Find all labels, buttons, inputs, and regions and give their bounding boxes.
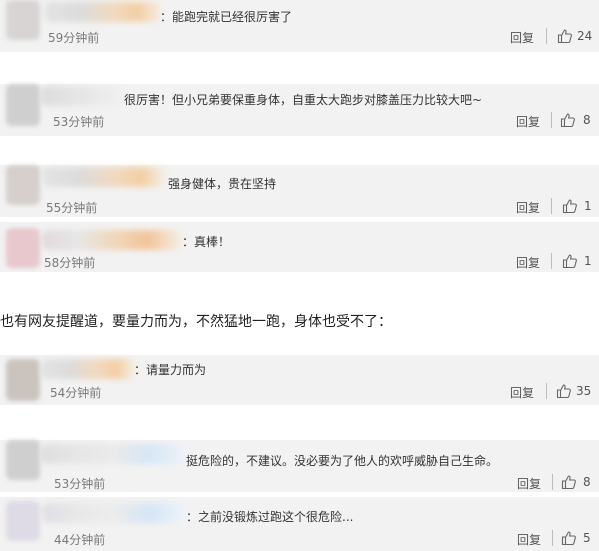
- comment-card: 挺危险的，不建议。没必要为了他人的欢呼威胁自己生命。 53分钟前 回复 8: [0, 440, 599, 492]
- avatar: [6, 501, 40, 541]
- username-blurred: [42, 503, 186, 523]
- comment-card: 强身健体，贵在坚持 55分钟前 回复 1: [0, 165, 599, 217]
- thumbs-up-icon[interactable]: [562, 253, 578, 269]
- reply-button[interactable]: 回复: [510, 384, 534, 401]
- comment-text: ：真棒！: [182, 235, 231, 249]
- username-blurred: [42, 167, 166, 187]
- comment-text: ：能跑完就已经很厉害了: [160, 10, 293, 24]
- like-count: 8: [583, 475, 591, 489]
- thumbs-up-icon[interactable]: [561, 474, 577, 490]
- divider: [546, 383, 547, 399]
- thumbs-up-icon[interactable]: [556, 383, 572, 399]
- article-caption: 也有网友提醒道，要量力而为，不然猛地一跑，身体也受不了：: [0, 314, 392, 330]
- comment-text: ：之前没锻炼过跑这个很危险...: [186, 510, 354, 524]
- reply-button[interactable]: 回复: [517, 531, 541, 548]
- avatar: [6, 84, 40, 126]
- comment-time: 53分钟前: [53, 115, 105, 129]
- like-count: 1: [584, 199, 592, 213]
- thumbs-up-icon[interactable]: [557, 28, 573, 44]
- like-count: 8: [583, 113, 591, 127]
- divider: [551, 198, 552, 214]
- reply-button[interactable]: 回复: [516, 254, 540, 271]
- avatar: [6, 0, 40, 40]
- username-blurred: [40, 86, 122, 106]
- like-count: 1: [584, 254, 592, 268]
- avatar: [6, 165, 40, 205]
- thumbs-up-icon[interactable]: [561, 530, 577, 546]
- comment-card: ：之前没锻炼过跑这个很危险... 44分钟前 回复 5: [0, 497, 599, 551]
- comment-time: 44分钟前: [54, 533, 106, 547]
- comment-card: ：请量力而为 54分钟前 回复 35: [0, 355, 599, 405]
- divider: [552, 474, 553, 490]
- comment-text: 很厉害！但小兄弟要保重身体，自重太大跑步对膝盖压力比较大吧~: [124, 93, 483, 107]
- comment-text: 强身健体，贵在坚持: [168, 177, 277, 191]
- reply-button[interactable]: 回复: [516, 199, 540, 216]
- username-blurred: [40, 359, 136, 379]
- username-blurred: [44, 2, 162, 22]
- divider: [551, 112, 552, 128]
- comment-time: 58分钟前: [44, 256, 96, 270]
- reply-button[interactable]: 回复: [510, 29, 534, 46]
- comment-card: ：真棒！ 58分钟前 回复 1: [0, 222, 599, 272]
- reply-button[interactable]: 回复: [516, 113, 540, 130]
- avatar: [6, 228, 40, 268]
- like-count: 5: [583, 531, 591, 545]
- thumbs-up-icon[interactable]: [560, 112, 576, 128]
- divider: [552, 530, 553, 546]
- comment-text: ：请量力而为: [134, 363, 207, 377]
- avatar: [6, 359, 40, 401]
- like-count: 24: [577, 29, 593, 43]
- comment-card: ：能跑完就已经很厉害了 59分钟前 回复 24: [0, 0, 599, 52]
- divider: [546, 28, 547, 44]
- username-blurred: [42, 230, 182, 250]
- avatar: [6, 440, 40, 480]
- comment-text: 挺危险的，不建议。没必要为了他人的欢呼威胁自己生命。: [186, 454, 499, 468]
- comment-card: 很厉害！但小兄弟要保重身体，自重太大跑步对膝盖压力比较大吧~ 53分钟前 回复 …: [0, 84, 599, 136]
- reply-button[interactable]: 回复: [517, 475, 541, 492]
- username-blurred: [40, 444, 186, 464]
- comment-time: 59分钟前: [48, 31, 100, 45]
- comment-time: 54分钟前: [50, 386, 102, 400]
- comment-time: 53分钟前: [54, 477, 106, 491]
- divider: [551, 253, 552, 269]
- like-count: 35: [576, 384, 592, 398]
- comment-time: 55分钟前: [46, 201, 98, 215]
- thumbs-up-icon[interactable]: [562, 198, 578, 214]
